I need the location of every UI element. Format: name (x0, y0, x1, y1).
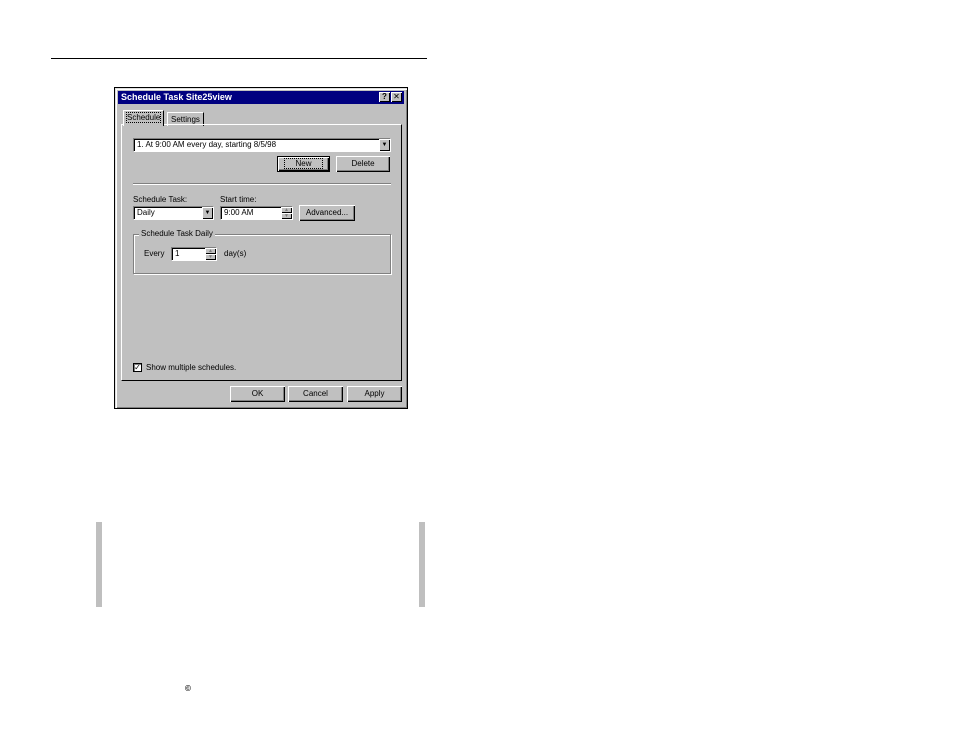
help-button[interactable]: ? (379, 92, 390, 102)
note-bar-right (419, 522, 425, 607)
start-time-value: 9:00 AM (224, 208, 254, 217)
schedule-list-dropdown[interactable]: 1. At 9:00 AM every day, starting 8/5/98… (133, 138, 391, 152)
close-button[interactable]: ✕ (391, 92, 402, 102)
page-rule (51, 58, 427, 59)
chevron-down-icon[interactable]: ▼ (202, 207, 213, 219)
every-value: 1 (175, 249, 180, 258)
window-title: Schedule Task Site25view (121, 92, 232, 102)
every-spinner[interactable]: ▲ ▼ (205, 248, 216, 260)
chevron-down-icon[interactable]: ▼ (379, 139, 390, 151)
unit-label: day(s) (224, 249, 247, 258)
cancel-button[interactable]: Cancel (288, 386, 343, 402)
schedule-task-dialog: Schedule Task Site25view ? ✕ Schedule Se… (114, 87, 408, 409)
schedule-task-dropdown[interactable]: Daily ▼ (133, 206, 214, 220)
delete-button[interactable]: Delete (336, 156, 390, 172)
show-multiple-checkbox[interactable]: ✓ (133, 363, 142, 372)
schedule-list-value: 1. At 9:00 AM every day, starting 8/5/98 (137, 140, 277, 149)
every-label: Every (144, 249, 165, 258)
group-title: Schedule Task Daily (139, 229, 215, 238)
start-time-label: Start time: (220, 195, 257, 204)
schedule-task-label: Schedule Task: (133, 195, 188, 204)
spin-down-icon[interactable]: ▼ (281, 213, 292, 219)
title-bar[interactable]: Schedule Task Site25view ? ✕ (118, 91, 404, 104)
tab-schedule-label: Schedule (125, 112, 162, 123)
spin-down-icon[interactable]: ▼ (205, 254, 216, 260)
time-spinner[interactable]: ▲ ▼ (281, 207, 292, 219)
every-field[interactable]: 1 ▲ ▼ (171, 247, 217, 261)
separator (133, 183, 391, 185)
start-time-field[interactable]: 9:00 AM ▲ ▼ (220, 206, 293, 220)
new-button[interactable]: New (277, 156, 330, 172)
copyright-symbol: © (185, 684, 191, 693)
schedule-daily-group: Schedule Task Daily Every 1 ▲ ▼ day(s) (133, 229, 391, 274)
advanced-button[interactable]: Advanced... (299, 205, 355, 221)
tab-settings-label: Settings (171, 115, 200, 124)
new-button-label: New (284, 158, 323, 169)
schedule-task-value: Daily (137, 208, 155, 217)
tab-schedule[interactable]: Schedule (123, 110, 165, 126)
schedule-panel: 1. At 9:00 AM every day, starting 8/5/98… (121, 124, 402, 381)
apply-button[interactable]: Apply (347, 386, 402, 402)
show-multiple-label: Show multiple schedules. (146, 363, 237, 372)
note-bar-left (96, 522, 102, 607)
ok-button[interactable]: OK (230, 386, 285, 402)
